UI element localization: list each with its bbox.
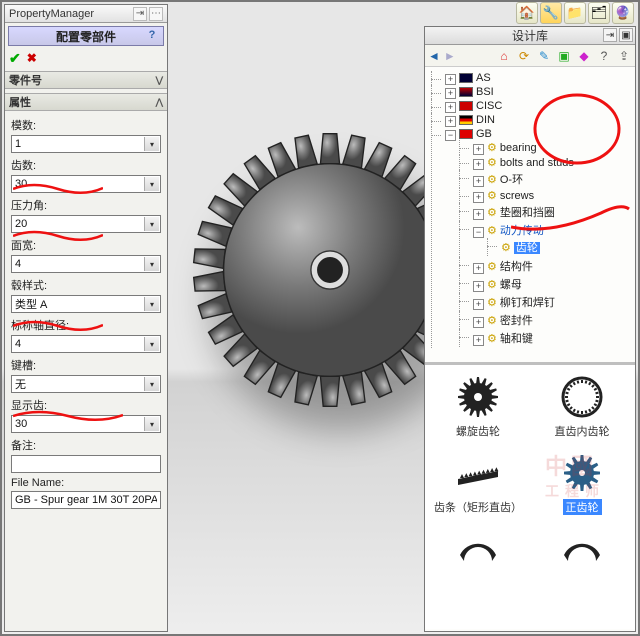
- design-library-title: 设计库 ⇥▣: [425, 27, 635, 45]
- thumb-partial-1[interactable]: [427, 523, 529, 579]
- tb-icon-6[interactable]: ?: [596, 48, 612, 64]
- thumb-label: 正齿轮: [563, 499, 602, 515]
- attributes-form: 模数: 1▾ 齿数: 30▾ 压力角: 20▾ 面宽: 4▾ 毂样式: 类型 A…: [5, 111, 167, 511]
- tb-icon-5[interactable]: ◆: [576, 48, 592, 64]
- more-icon[interactable]: ⋯: [149, 7, 163, 21]
- thumb-label: 直齿内齿轮: [555, 426, 610, 438]
- tree-item[interactable]: +⚙轴和键: [459, 329, 633, 347]
- thumb-spur-gear[interactable]: (function(){var g=document.getElementByI…: [531, 447, 633, 519]
- tree-item[interactable]: +⚙密封件: [459, 311, 633, 329]
- chevron-down-icon[interactable]: ▾: [144, 257, 159, 271]
- chevron-down-icon[interactable]: ▾: [144, 417, 159, 431]
- thumb-label: 齿条（矩形直齿）: [434, 502, 522, 514]
- filename-label: File Name:: [11, 477, 161, 489]
- hubstyle-combo[interactable]: 类型 A▾: [11, 295, 161, 313]
- width-combo[interactable]: 4▾: [11, 255, 161, 273]
- filename-input[interactable]: GB - Spur gear 1M 30T 20PA: [11, 491, 161, 509]
- app-root: (function(){var g=document.getElementByI…: [0, 0, 640, 636]
- close-icon[interactable]: ▣: [619, 28, 633, 42]
- chevron-down-icon[interactable]: ▾: [144, 217, 159, 231]
- view-palette-icon[interactable]: 🗂: [588, 2, 610, 24]
- property-manager-panel: PropertyManager ⇥ ⋯ 配置零部件 ? ✔ ✖ 零件号 ⋁ 属性…: [4, 4, 168, 632]
- attributes-header-text: 属性: [9, 94, 31, 110]
- partnumber-header[interactable]: 零件号 ⋁: [5, 71, 167, 89]
- width-label: 面宽:: [11, 237, 161, 253]
- tree-item[interactable]: +⚙垫圈和挡圈: [459, 203, 633, 221]
- nomdia-combo[interactable]: 4▾: [11, 335, 161, 353]
- standards-tree[interactable]: +AS +BSI +CISC +DIN −GB +⚙bearing +⚙bolt…: [425, 67, 635, 365]
- tree-item-power[interactable]: −⚙动力传动 ⚙齿轮: [459, 221, 633, 257]
- design-library-panel: 设计库 ⇥▣ ◄ ► ⌂ ⟳ ✎ ▣ ◆ ? ⇪ +AS +BSI +CISC …: [424, 26, 636, 632]
- tree-item-cisc[interactable]: +CISC: [431, 99, 633, 113]
- remark-input[interactable]: [11, 455, 161, 473]
- tb-icon-2[interactable]: ⟳: [516, 48, 532, 64]
- nomdia-label: 标称轴直径:: [11, 317, 161, 333]
- tree-item[interactable]: +⚙bearing: [459, 140, 633, 155]
- thumb-internal-gear[interactable]: (function(){var g=document.getElementByI…: [531, 371, 633, 443]
- chevron-down-icon[interactable]: ▾: [144, 377, 159, 391]
- modulus-combo[interactable]: 1▾: [11, 135, 161, 153]
- thumb-helical-gear[interactable]: (function(){var g=document.getElementByI…: [427, 371, 529, 443]
- pm-title-bar: 配置零部件 ?: [8, 26, 164, 46]
- gear-thumbnails: (function(){var g=document.getElementByI…: [425, 365, 635, 629]
- showtooth-label: 显示齿:: [11, 397, 161, 413]
- showtooth-combo[interactable]: 30▾: [11, 415, 161, 433]
- tree-item[interactable]: +⚙O-环: [459, 170, 633, 188]
- appearances-icon[interactable]: 🔮: [612, 2, 634, 24]
- pm-header-text: PropertyManager: [9, 8, 94, 20]
- thumb-label: 螺旋齿轮: [456, 426, 500, 438]
- task-pane-tabs: 🏠 🔧 📁 🗂 🔮: [516, 2, 634, 24]
- teeth-label: 齿数:: [11, 157, 161, 173]
- chevron-down-icon[interactable]: ▾: [144, 297, 159, 311]
- keyway-combo[interactable]: 无▾: [11, 375, 161, 393]
- tree-item[interactable]: +⚙柳钉和焊钉: [459, 293, 633, 311]
- design-library-icon[interactable]: 🔧: [540, 2, 562, 24]
- hubstyle-label: 毂样式:: [11, 277, 161, 293]
- tree-item[interactable]: +⚙bolts and studs: [459, 155, 633, 170]
- back-button[interactable]: ◄: [428, 49, 440, 63]
- attributes-header[interactable]: 属性 ⋀: [5, 93, 167, 111]
- pm-title-text: 配置零部件: [56, 28, 116, 45]
- tb-icon-3[interactable]: ✎: [536, 48, 552, 64]
- thumb-partial-2[interactable]: [531, 523, 633, 579]
- tree-item[interactable]: +⚙螺母: [459, 275, 633, 293]
- modulus-label: 模数:: [11, 117, 161, 133]
- tree-item-as[interactable]: +AS: [431, 71, 633, 85]
- pm-commit-row: ✔ ✖: [5, 49, 167, 67]
- chevron-down-icon[interactable]: ▾: [144, 177, 159, 191]
- tree-item-gears[interactable]: ⚙齿轮: [487, 238, 633, 256]
- tree-item[interactable]: +⚙screws: [459, 188, 633, 203]
- cancel-button[interactable]: ✖: [27, 51, 37, 65]
- autohide-icon[interactable]: ⇥: [603, 28, 617, 42]
- home-icon[interactable]: 🏠: [516, 2, 538, 24]
- file-explorer-icon[interactable]: 📁: [564, 2, 586, 24]
- help-icon[interactable]: ?: [145, 29, 159, 43]
- library-toolbar: ◄ ► ⌂ ⟳ ✎ ▣ ◆ ? ⇪: [425, 45, 635, 67]
- chevron-down-icon[interactable]: ▾: [144, 137, 159, 151]
- chevron-up-icon: ⋀: [156, 97, 163, 108]
- ok-button[interactable]: ✔: [9, 50, 21, 67]
- tree-item-din[interactable]: +DIN: [431, 113, 633, 127]
- keyway-label: 键槽:: [11, 357, 161, 373]
- chevron-down-icon[interactable]: ▾: [144, 337, 159, 351]
- design-library-title-text: 设计库: [512, 27, 548, 44]
- tree-item-gb[interactable]: −GB +⚙bearing +⚙bolts and studs +⚙O-环 +⚙…: [431, 127, 633, 348]
- partnumber-header-text: 零件号: [9, 72, 42, 88]
- forward-button[interactable]: ►: [444, 49, 456, 63]
- tree-item-bsi[interactable]: +BSI: [431, 85, 633, 99]
- thumb-rack[interactable]: (function(){var g=document.getElementByI…: [427, 447, 529, 519]
- teeth-combo[interactable]: 30▾: [11, 175, 161, 193]
- pm-header: PropertyManager ⇥ ⋯: [5, 5, 167, 23]
- tb-icon-7[interactable]: ⇪: [616, 48, 632, 64]
- tb-icon-1[interactable]: ⌂: [496, 48, 512, 64]
- remark-label: 备注:: [11, 437, 161, 453]
- pin-icon[interactable]: ⇥: [133, 7, 147, 21]
- tree-item[interactable]: +⚙结构件: [459, 257, 633, 275]
- pressure-combo[interactable]: 20▾: [11, 215, 161, 233]
- chevron-down-icon: ⋁: [156, 75, 163, 86]
- pressure-label: 压力角:: [11, 197, 161, 213]
- tb-icon-4[interactable]: ▣: [556, 48, 572, 64]
